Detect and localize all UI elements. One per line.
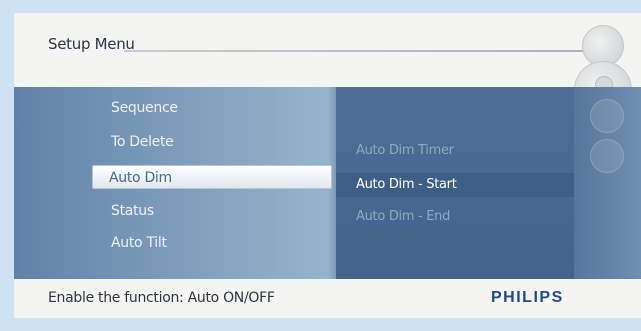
brand-logo: PHILIPS [491,289,564,306]
menu-item-sequence[interactable]: Sequence [111,100,178,116]
menu-item-auto-dim[interactable]: Auto Dim [92,165,332,189]
decorative-dot-icon [590,99,624,133]
menu-item-status[interactable]: Status [111,203,154,219]
page-title: Setup Menu [48,35,135,53]
main-menu: Sequence To Delete Auto Dim Status Auto … [14,87,336,279]
submenu-item-auto-dim-end[interactable]: Auto Dim - End [356,209,450,224]
decorative-dot-icon [590,139,624,173]
menu-item-auto-tilt[interactable]: Auto Tilt [111,235,167,251]
submenu-item-auto-dim-timer[interactable]: Auto Dim Timer [356,143,454,158]
header-divider [124,50,584,52]
setup-screen: Setup Menu Sequence To Delete Auto Dim S… [14,13,641,318]
help-text: Enable the function: Auto ON/OFF [48,290,275,306]
side-strip [574,87,641,279]
submenu-item-auto-dim-start[interactable]: Auto Dim - Start [336,173,574,197]
submenu: Auto Dim Timer Auto Dim - Start Auto Dim… [336,87,574,279]
menu-item-to-delete[interactable]: To Delete [111,134,174,150]
menu-panel: Sequence To Delete Auto Dim Status Auto … [14,87,641,279]
